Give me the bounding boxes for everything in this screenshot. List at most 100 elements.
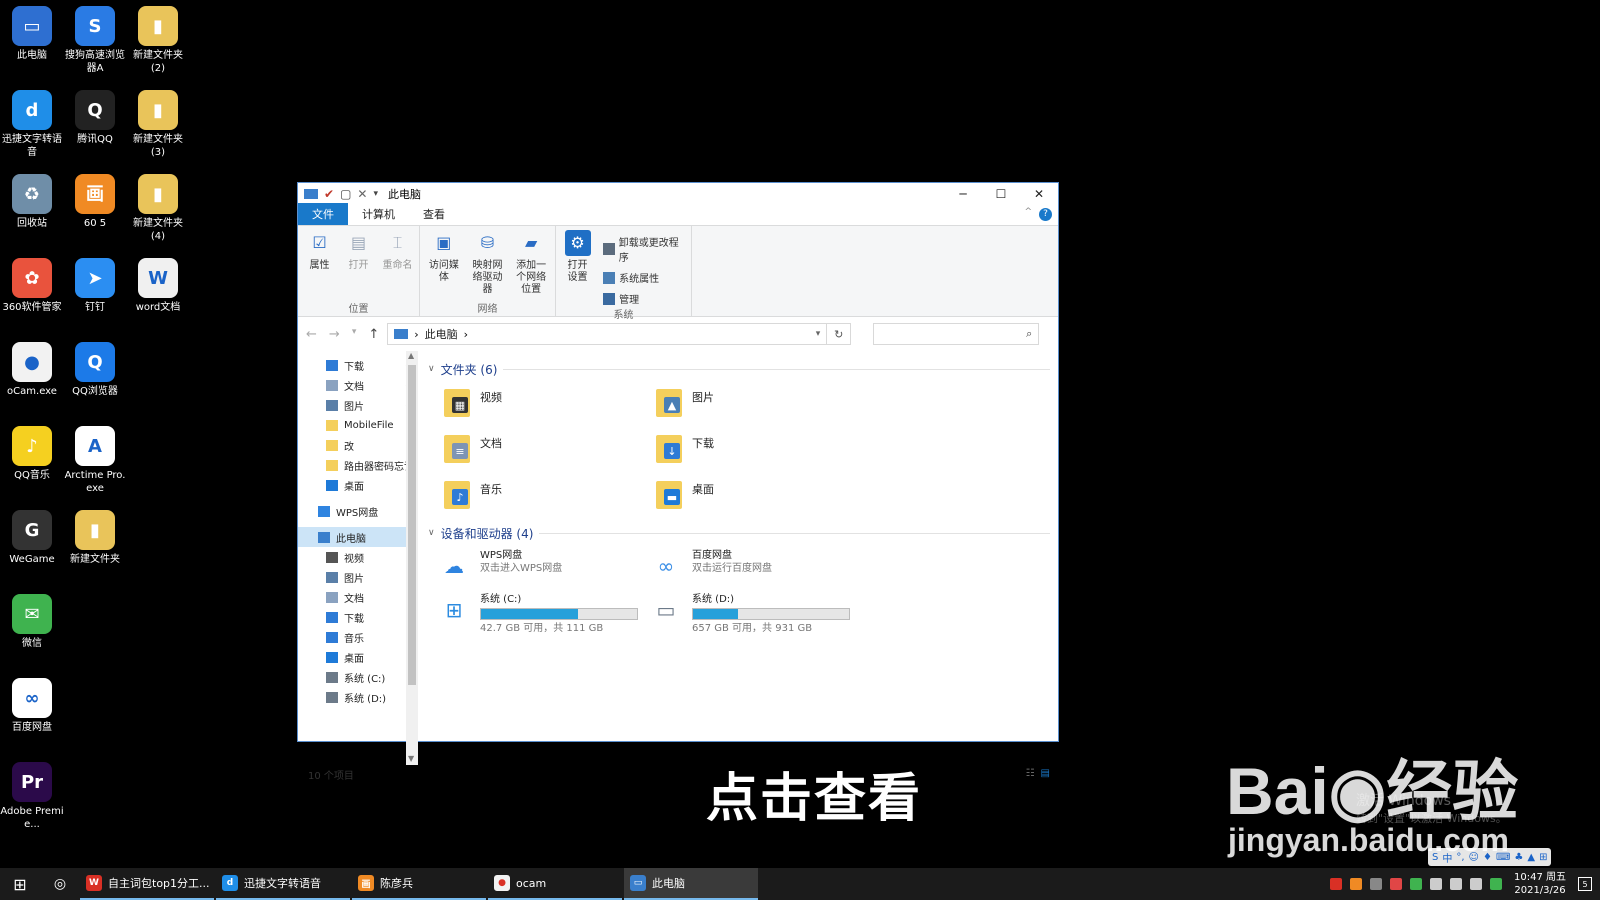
ime-icon[interactable]: ▲ [1527, 852, 1535, 863]
forward-button[interactable]: → [329, 327, 340, 342]
nav-item[interactable]: 文档✦ [298, 375, 418, 395]
refresh-button[interactable]: ↻ [827, 323, 852, 345]
maximize-button[interactable]: ☐ [982, 183, 1020, 205]
collapse-ribbon-icon[interactable]: ^ [1024, 207, 1032, 217]
nav-item[interactable]: 图片 [298, 567, 418, 587]
nav-item[interactable]: 音乐 [298, 627, 418, 647]
nav-scrollbar[interactable]: ▲ ▼ [406, 351, 418, 765]
desktop-icon[interactable]: ♪ QQ音乐 [0, 426, 64, 482]
notification-center-button[interactable]: 5 [1578, 877, 1592, 891]
nav-item[interactable]: 文档 [298, 587, 418, 607]
taskbar-item[interactable]: W 自主词包top1分工... [80, 868, 214, 900]
cortana-icon[interactable]: ◎ [40, 868, 80, 900]
address-bar[interactable]: › 此电脑 › ▾ [387, 323, 828, 345]
open-button[interactable]: ▤ 打开 [341, 230, 376, 300]
tray-icon[interactable] [1350, 878, 1362, 890]
drives-section-header[interactable]: ∨ 设备和驱动器 (4) [428, 523, 1058, 543]
drive-item[interactable]: ⊞ 系统 (C:) 42.7 GB 可用，共 111 GB [436, 593, 648, 634]
desktop-icon[interactable]: ▮ 新建文件夹 (4) [126, 174, 190, 243]
scroll-down-icon[interactable]: ▼ [408, 754, 414, 763]
help-icon[interactable]: ? [1039, 208, 1052, 221]
ime-icon[interactable]: °, [1456, 852, 1464, 863]
breadcrumb-this-pc[interactable]: 此电脑 [425, 326, 458, 342]
ime-icon[interactable]: ☺ [1469, 852, 1479, 863]
customize-quick-access-icon[interactable]: ▾ [373, 189, 378, 199]
desktop-icon[interactable]: A Arctime Pro.exe [63, 426, 127, 495]
tab-file[interactable]: 文件 [298, 203, 348, 225]
desktop-icon[interactable]: ✉ 微信 [0, 594, 64, 650]
nav-item[interactable]: 路由器密码忘记 [298, 455, 418, 475]
taskbar-item[interactable]: 画陈彦兵 [352, 868, 486, 900]
tab-computer[interactable]: 计算机 [348, 203, 409, 225]
nav-item[interactable]: WPS网盘 [298, 501, 418, 521]
ime-icon[interactable]: ⌨ [1496, 852, 1510, 863]
tray-icon[interactable] [1390, 878, 1402, 890]
desktop-icon[interactable]: S 搜狗高速浏览器A [63, 6, 127, 75]
clock[interactable]: 10:47 周五 2021/3/26 [1514, 871, 1566, 897]
nav-item[interactable]: 系统 (D:) [298, 687, 418, 707]
tray-icon[interactable] [1370, 878, 1382, 890]
tray-icon[interactable] [1450, 878, 1462, 890]
ime-toolbar[interactable]: S 中 °, ☺ ♦ ⌨ ♣ ▲ ⊞ [1428, 848, 1552, 866]
uninstall-button[interactable]: 卸载或更改程序 [603, 234, 687, 264]
tray-icon[interactable] [1490, 878, 1502, 890]
search-box[interactable]: ⌕ [873, 323, 1040, 345]
nav-item[interactable]: 系统 (C:) [298, 667, 418, 687]
add-network-location-button[interactable]: ▰ 添加一个网络位置 [511, 230, 551, 300]
map-drive-button[interactable]: ⛁ 映射网络驱动器 [468, 230, 508, 300]
open-settings-button[interactable]: ⚙ 打开设置 [560, 230, 595, 306]
desktop-icon[interactable]: G WeGame [0, 510, 64, 566]
nav-item[interactable]: MobileFile [298, 415, 418, 435]
desktop-icon[interactable]: ▮ 新建文件夹 (3) [126, 90, 190, 159]
folder-item[interactable]: ↓ 下载 [652, 429, 864, 469]
back-button[interactable]: ← [306, 327, 317, 342]
scroll-thumb[interactable] [408, 365, 416, 685]
desktop-icon[interactable]: d 迅捷文字转语音 [0, 90, 64, 159]
ime-icon[interactable]: ♦ [1483, 852, 1492, 863]
minimize-button[interactable]: ─ [944, 183, 982, 205]
folder-item[interactable]: ▲ 图片 [652, 383, 864, 423]
folders-section-header[interactable]: ∨ 文件夹 (6) [428, 359, 1058, 379]
nav-item[interactable]: 下载 [298, 607, 418, 627]
new-folder-quick-icon[interactable]: ▢ [340, 187, 351, 201]
scroll-up-icon[interactable]: ▲ [408, 351, 414, 360]
nav-item[interactable]: 桌面 [298, 647, 418, 667]
details-view-icon[interactable]: ☷ [1026, 768, 1035, 779]
close-button[interactable]: ✕ [1020, 183, 1058, 205]
delete-quick-icon[interactable]: ✕ [357, 187, 367, 201]
desktop-icon[interactable]: Q 腾讯QQ [63, 90, 127, 146]
desktop-icon[interactable]: 画 60 5 [63, 174, 127, 230]
desktop-icon[interactable]: ♻ 回收站 [0, 174, 64, 230]
up-button[interactable]: ↑ [368, 327, 379, 342]
folder-item[interactable]: ▦ 视频 [440, 383, 652, 423]
nav-item[interactable]: 此电脑 [298, 527, 418, 547]
nav-item[interactable]: 桌面 [298, 475, 418, 495]
access-media-button[interactable]: ▣ 访问媒体 [424, 230, 464, 300]
desktop-icon[interactable]: ▭ 此电脑 [0, 6, 64, 62]
ime-icon[interactable]: ♣ [1514, 852, 1523, 863]
ime-icon[interactable]: S [1432, 852, 1438, 863]
desktop-icon[interactable]: Pr Adobe Premie... [0, 762, 64, 831]
folder-item[interactable]: ♪ 音乐 [440, 475, 652, 515]
start-button[interactable]: ⊞ [0, 868, 40, 900]
desktop-icon[interactable]: ✿ 360软件管家 [0, 258, 64, 314]
rename-button[interactable]: ⌶ 重命名 [380, 230, 415, 300]
folder-item[interactable]: ▬ 桌面 [652, 475, 864, 515]
drive-item[interactable]: ∞ 百度网盘 双击运行百度网盘 [648, 549, 860, 589]
desktop-icon[interactable]: ▮ 新建文件夹 (2) [126, 6, 190, 75]
taskbar-item[interactable]: d 迅捷文字转语音 [216, 868, 350, 900]
desktop-icon[interactable]: Q QQ浏览器 [63, 342, 127, 398]
system-properties-button[interactable]: 系统属性 [603, 270, 687, 285]
nav-item[interactable]: 下载✦ [298, 355, 418, 375]
folder-item[interactable]: ≡ 文档 [440, 429, 652, 469]
desktop-icon[interactable]: ● oCam.exe [0, 342, 64, 398]
manage-button[interactable]: 管理 [603, 291, 687, 306]
ime-icon[interactable]: ⊞ [1539, 852, 1547, 863]
tray-icon[interactable] [1430, 878, 1442, 890]
recent-locations-button[interactable]: ▾ [352, 327, 357, 342]
taskbar-item[interactable]: ● ocam [488, 868, 622, 900]
tray-icon[interactable] [1330, 878, 1342, 890]
tray-icon[interactable] [1470, 878, 1482, 890]
address-dropdown-icon[interactable]: ▾ [816, 329, 821, 339]
properties-quick-icon[interactable]: ✔ [324, 187, 334, 201]
